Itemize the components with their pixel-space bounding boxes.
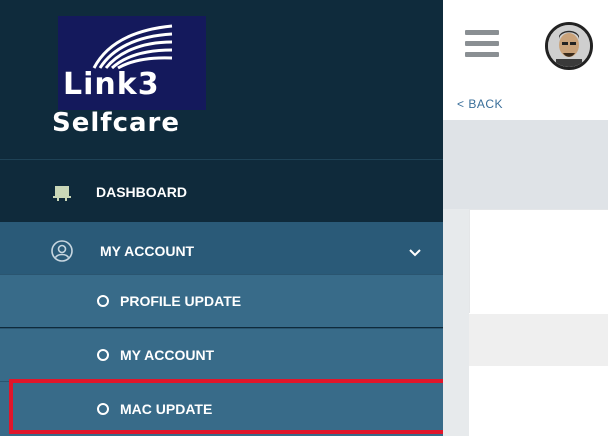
logo-swoosh-icon <box>92 24 173 70</box>
user-icon <box>51 240 73 262</box>
top-bar: < BACK <box>443 0 608 120</box>
chevron-down-icon[interactable] <box>408 248 422 258</box>
back-link[interactable]: < BACK <box>457 97 503 111</box>
brand-logo[interactable]: Link3 <box>58 16 206 110</box>
submenu-item-my-account[interactable]: MY ACCOUNT <box>0 328 443 381</box>
submenu-item-mac-update[interactable]: MAC UPDATE <box>0 381 443 436</box>
content-bottom <box>469 366 608 436</box>
sidebar-item-my-account[interactable]: MY ACCOUNT <box>0 222 443 280</box>
logo-area: Link3 Selfcare <box>0 0 443 158</box>
submenu-item-label: PROFILE UPDATE <box>120 293 242 309</box>
sidebar-item-label: DASHBOARD <box>96 184 187 200</box>
sidebar-item-dashboard[interactable]: DASHBOARD <box>0 162 443 222</box>
dashboard-icon <box>53 186 71 201</box>
logo-text: Link3 <box>63 67 160 102</box>
circle-bullet-icon <box>97 349 109 361</box>
page-header-band <box>443 120 608 209</box>
brand-subtitle: Selfcare <box>52 108 180 138</box>
avatar[interactable] <box>545 22 593 70</box>
submenu-item-profile-update[interactable]: PROFILE UPDATE <box>0 274 443 327</box>
sidebar: Link3 Selfcare DASHBOARD MY ACCOUNT PROF… <box>0 0 443 436</box>
avatar-face-icon <box>548 25 590 67</box>
main-content: < BACK <box>443 0 608 436</box>
content-strip <box>469 314 608 366</box>
circle-bullet-icon <box>97 403 109 415</box>
submenu-item-label: MY ACCOUNT <box>120 347 215 363</box>
content-card <box>469 209 608 313</box>
hamburger-icon[interactable] <box>465 30 499 58</box>
submenu-item-label: MAC UPDATE <box>120 401 213 417</box>
sidebar-item-label: MY ACCOUNT <box>100 243 195 259</box>
content-gutter <box>443 209 469 436</box>
circle-bullet-icon <box>97 295 109 307</box>
divider <box>0 159 443 160</box>
